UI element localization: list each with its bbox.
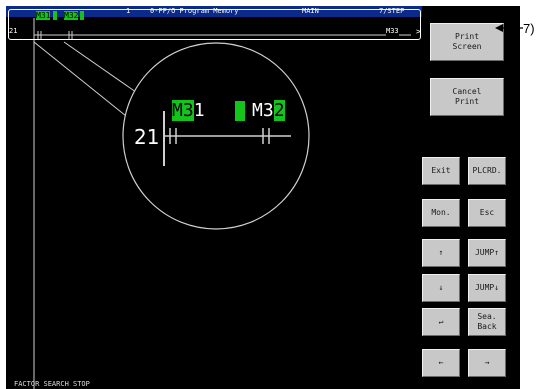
zoom-contact2-prefix: M3 bbox=[252, 100, 274, 121]
mon-button[interactable]: Mon. bbox=[422, 199, 460, 227]
cancel-print-button[interactable]: Cancel Print bbox=[430, 78, 504, 116]
callout-label: 7) bbox=[523, 21, 535, 36]
print-screen-button[interactable]: Print Screen bbox=[430, 23, 504, 61]
down-arrow-button[interactable]: ↓ bbox=[422, 274, 460, 302]
zoom-contact2: M32 bbox=[252, 100, 285, 122]
exit-button[interactable]: Exit bbox=[422, 157, 460, 185]
zoom-contact-block bbox=[235, 101, 245, 121]
esc-button[interactable]: Esc bbox=[468, 199, 506, 227]
right-arrow-button[interactable]: → bbox=[468, 349, 506, 377]
up-arrow-button[interactable]: ↑ bbox=[422, 239, 460, 267]
plc-screen: 1 0-FF/O Program Memory MAIN 7/STEP M31 … bbox=[6, 6, 520, 389]
zoom-contact2-suffix: 2 bbox=[273, 100, 285, 121]
zoom-contact1-suffix: 1 bbox=[193, 100, 205, 121]
arrow-head-icon bbox=[495, 24, 503, 32]
zoom-contact1: M31 bbox=[172, 100, 205, 122]
plcrd-button[interactable]: PLCRD. bbox=[468, 157, 506, 185]
left-arrow-button[interactable]: ← bbox=[422, 349, 460, 377]
status-bar: FACTOR SEARCH STOP bbox=[14, 380, 90, 388]
zoom-step-number: 21 bbox=[134, 125, 160, 149]
highlight-frame bbox=[8, 9, 421, 40]
jump-down-button[interactable]: JUMP↓ bbox=[468, 274, 506, 302]
callout-arrow bbox=[495, 24, 523, 32]
enter-button[interactable]: ↵ bbox=[422, 308, 460, 336]
zoom-contact1-prefix: M3 bbox=[172, 100, 194, 121]
jump-up-button[interactable]: JUMP↑ bbox=[468, 239, 506, 267]
search-back-button[interactable]: Sea. Back bbox=[468, 308, 506, 336]
